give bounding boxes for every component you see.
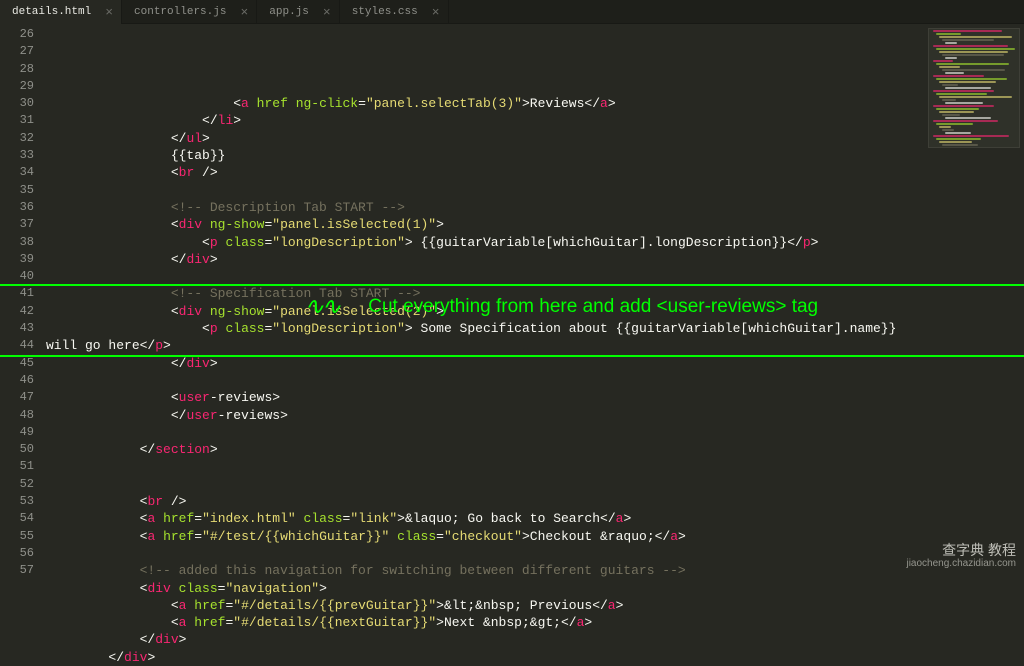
code-line[interactable]: </li> <box>46 112 1024 129</box>
code-line[interactable]: <a href="#/details/{{prevGuitar}}">&lt;&… <box>46 597 1024 614</box>
line-number: 55 <box>0 528 34 545</box>
line-number: 50 <box>0 441 34 458</box>
code-line[interactable]: <p class="longDescription"> {{guitarVari… <box>46 234 1024 251</box>
code-line[interactable]: <br /> <box>46 493 1024 510</box>
line-number: 49 <box>0 424 34 441</box>
code-line[interactable]: </div> <box>46 251 1024 268</box>
line-number: 30 <box>0 95 34 112</box>
code-line[interactable]: <user-reviews> <box>46 389 1024 406</box>
line-number: 53 <box>0 493 34 510</box>
close-icon[interactable]: × <box>105 5 113 20</box>
code-line[interactable]: <a href ng-click="panel.selectTab(3)">Re… <box>46 95 1024 112</box>
code-line[interactable] <box>46 372 1024 389</box>
line-number: 40 <box>0 268 34 285</box>
editor-area[interactable]: 2627282930313233343536373839404142434445… <box>0 24 1024 573</box>
annotation-text: Cut everything from here and add <user-r… <box>368 298 818 315</box>
line-number: 43 <box>0 320 34 337</box>
line-number-gutter: 2627282930313233343536373839404142434445… <box>0 24 44 573</box>
tab-label: details.html <box>12 6 91 18</box>
code-line[interactable]: </ul> <box>46 130 1024 147</box>
line-number: 56 <box>0 545 34 562</box>
line-number: 48 <box>0 407 34 424</box>
line-number: 31 <box>0 112 34 129</box>
line-number: 38 <box>0 234 34 251</box>
watermark-main: 查字典 教程 <box>906 543 1016 558</box>
line-number: 54 <box>0 510 34 527</box>
code-line[interactable]: </div> <box>46 355 1024 372</box>
line-number: 46 <box>0 372 34 389</box>
watermark: 查字典 教程 jiaocheng.chazidian.com <box>906 543 1016 569</box>
watermark-sub: jiaocheng.chazidian.com <box>906 558 1016 569</box>
line-number: 33 <box>0 147 34 164</box>
line-number: 47 <box>0 389 34 406</box>
annotation-overlay: ∿∿ Cut everything from here and add <use… <box>304 298 818 315</box>
line-number: 57 <box>0 562 34 579</box>
line-number: 36 <box>0 199 34 216</box>
code-line[interactable] <box>46 476 1024 493</box>
code-line[interactable]: </div> <box>46 649 1024 666</box>
code-line[interactable]: <a href="#/test/{{whichGuitar}}" class="… <box>46 528 1024 545</box>
tab-controllers-js[interactable]: controllers.js × <box>122 0 257 24</box>
line-number: 32 <box>0 130 34 147</box>
line-number: 37 <box>0 216 34 233</box>
code-line[interactable]: </user-reviews> <box>46 407 1024 424</box>
close-icon[interactable]: × <box>323 5 331 20</box>
code-line[interactable] <box>46 424 1024 441</box>
tab-bar: details.html×controllers.js×app.js×style… <box>0 0 1024 24</box>
code-content[interactable]: ∿∿ Cut everything from here and add <use… <box>44 24 1024 573</box>
tab-details-html[interactable]: details.html × <box>0 0 122 24</box>
minimap[interactable] <box>928 28 1020 148</box>
code-line[interactable]: <a href="#/details/{{nextGuitar}}">Next … <box>46 614 1024 631</box>
code-line[interactable]: </div> <box>46 631 1024 648</box>
code-line[interactable] <box>46 268 1024 285</box>
code-line[interactable]: </section> <box>46 441 1024 458</box>
line-number: 51 <box>0 458 34 475</box>
tab-label: app.js <box>269 6 309 18</box>
bolt-icon: ∿∿ <box>304 298 338 315</box>
tab-app-js[interactable]: app.js × <box>257 0 339 24</box>
code-line[interactable]: <p class="longDescription"> Some Specifi… <box>46 320 916 355</box>
line-number: 34 <box>0 164 34 181</box>
line-number: 27 <box>0 43 34 60</box>
code-line[interactable]: <div class="navigation"> <box>46 580 1024 597</box>
code-line[interactable] <box>46 545 1024 562</box>
code-line[interactable]: <a href="index.html" class="link">&laquo… <box>46 510 1024 527</box>
tab-label: controllers.js <box>134 6 226 18</box>
line-number: 41 <box>0 285 34 302</box>
tab-label: styles.css <box>352 6 418 18</box>
code-line[interactable]: {{tab}} <box>46 147 1024 164</box>
tab-styles-css[interactable]: styles.css × <box>340 0 449 24</box>
line-number: 39 <box>0 251 34 268</box>
code-line[interactable]: <br /> <box>46 164 1024 181</box>
line-number: 28 <box>0 61 34 78</box>
close-icon[interactable]: × <box>240 5 248 20</box>
code-line[interactable]: <!-- Description Tab START --> <box>46 199 1024 216</box>
code-line[interactable]: <!-- added this navigation for switching… <box>46 562 1024 579</box>
code-line[interactable] <box>46 182 1024 199</box>
line-number: 45 <box>0 355 34 372</box>
code-line[interactable] <box>46 458 1024 475</box>
code-line[interactable]: <div ng-show="panel.isSelected(1)"> <box>46 216 1024 233</box>
line-number: 29 <box>0 78 34 95</box>
line-number: 35 <box>0 182 34 199</box>
line-number: 44 <box>0 337 34 354</box>
line-number: 26 <box>0 26 34 43</box>
line-number: 52 <box>0 476 34 493</box>
close-icon[interactable]: × <box>432 5 440 20</box>
line-number: 42 <box>0 303 34 320</box>
